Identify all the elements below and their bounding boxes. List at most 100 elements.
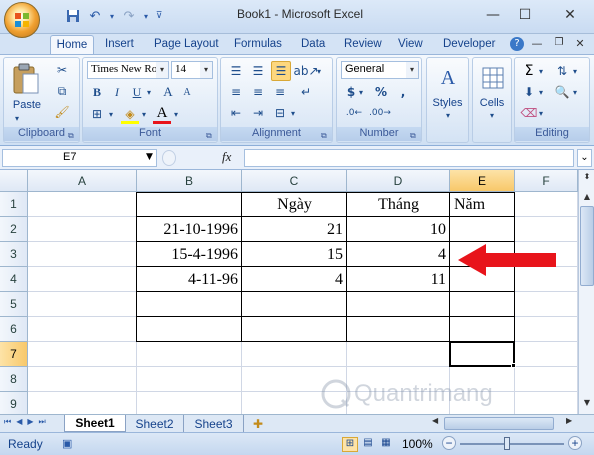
scroll-thumb[interactable] <box>580 206 594 286</box>
fill-dropdown-icon[interactable]: ▾ <box>537 85 545 99</box>
row-header-7[interactable]: 7 <box>0 342 28 367</box>
expand-formula-bar-icon[interactable]: ⌄ <box>577 149 592 167</box>
maximize-button[interactable]: ☐ <box>510 4 540 26</box>
formula-input[interactable] <box>244 149 574 167</box>
undo-icon[interactable]: ↶ <box>86 7 104 25</box>
cell-d4[interactable]: 11 <box>347 267 450 292</box>
zoom-out-button[interactable]: − <box>442 436 456 450</box>
increase-indent-icon[interactable]: ⇥ <box>249 104 267 122</box>
scroll-down-icon[interactable]: ▼ <box>580 396 594 410</box>
sheet-tab-sheet3[interactable]: Sheet3 <box>184 415 244 432</box>
decrease-indent-icon[interactable]: ⇤ <box>227 104 245 122</box>
row-header-2[interactable]: 2 <box>0 217 28 242</box>
align-top-icon[interactable]: ☰ <box>227 62 245 80</box>
autosum-button[interactable]: Σ <box>521 62 537 80</box>
undo-dropdown-icon[interactable]: ▾ <box>108 7 116 25</box>
column-header-b[interactable]: B <box>137 170 242 192</box>
wrap-text-icon[interactable]: ↵ <box>297 83 315 101</box>
worksheet-grid[interactable]: A B C D E F 1 2 3 4 5 6 7 8 9 Ngày Tháng… <box>0 170 578 414</box>
autosum-dropdown-icon[interactable]: ▾ <box>537 64 545 78</box>
prev-sheet-icon[interactable]: ◀ <box>16 417 22 431</box>
font-launcher-icon[interactable]: ⧉ <box>206 131 215 140</box>
font-size-select[interactable]: 14 ▾ <box>171 61 213 79</box>
row-header-1[interactable]: 1 <box>0 192 28 217</box>
cell-e1[interactable]: Năm <box>450 192 515 217</box>
active-cell-e7[interactable] <box>449 341 515 367</box>
copy-icon[interactable]: ⧉ <box>54 83 70 99</box>
format-painter-icon[interactable]: 🖌 <box>54 104 70 120</box>
tab-page-layout[interactable]: Page Layout <box>154 35 219 54</box>
styles-icon[interactable]: A <box>434 64 462 92</box>
last-sheet-icon[interactable]: ⏭ <box>39 417 46 431</box>
borders-icon[interactable]: ⊞ <box>87 105 107 123</box>
font-color-dropdown-icon[interactable]: ▾ <box>172 107 180 121</box>
cell-b2[interactable]: 21-10-1996 <box>137 217 242 242</box>
workbook-close-icon[interactable]: ✕ <box>573 37 587 51</box>
tab-data[interactable]: Data <box>301 35 325 54</box>
align-center-icon[interactable]: ≡ <box>249 83 267 101</box>
cell-b3[interactable]: 15-4-1996 <box>137 242 242 267</box>
bold-button[interactable]: B <box>89 83 105 101</box>
help-icon[interactable]: ? <box>510 37 524 51</box>
save-icon[interactable] <box>64 7 82 25</box>
close-button[interactable]: ✕ <box>555 4 585 26</box>
align-right-icon[interactable]: ≡ <box>271 83 289 101</box>
clear-icon[interactable]: ⌫ <box>521 104 538 122</box>
clipboard-launcher-icon[interactable]: ⧉ <box>68 131 77 140</box>
first-sheet-icon[interactable]: ⏮ <box>4 417 11 431</box>
sort-filter-icon[interactable]: ⇅ <box>553 62 571 80</box>
tab-home[interactable]: Home <box>50 35 94 54</box>
tab-review[interactable]: Review <box>344 35 382 54</box>
customize-qat-icon[interactable]: ⊽ <box>154 7 164 25</box>
font-family-select[interactable]: Times New Ro ▾ <box>87 61 169 79</box>
tab-view[interactable]: View <box>398 35 423 54</box>
number-format-select[interactable]: General ▾ <box>341 61 419 79</box>
cell-c4[interactable]: 4 <box>242 267 347 292</box>
fill-handle[interactable] <box>511 363 516 368</box>
cells-dropdown-icon[interactable]: ▾ <box>487 110 497 120</box>
cell-b4[interactable]: 4-11-96 <box>137 267 242 292</box>
row-header-4[interactable]: 4 <box>0 267 28 292</box>
cells-icon[interactable] <box>479 64 507 92</box>
hscroll-left-icon[interactable]: ◀ <box>432 416 442 431</box>
underline-button[interactable]: U <box>129 83 145 101</box>
increase-decimal-icon[interactable]: .0← <box>343 104 365 122</box>
align-bottom-icon[interactable]: ☰ <box>271 61 291 81</box>
page-layout-view-icon[interactable]: ▤ <box>360 437 376 452</box>
cell-d3[interactable]: 4 <box>347 242 450 267</box>
normal-view-icon[interactable]: ⊞ <box>342 437 358 452</box>
fill-dropdown-icon[interactable]: ▾ <box>140 107 148 121</box>
cells-button[interactable]: Cells <box>473 96 511 110</box>
scroll-split-icon[interactable]: ⬍ <box>581 172 593 188</box>
minimize-button[interactable]: — <box>478 4 508 26</box>
formula-bar-handle-icon[interactable] <box>162 150 176 166</box>
font-color-button[interactable]: A <box>153 104 171 122</box>
paste-dropdown-icon[interactable]: ▾ <box>12 113 22 123</box>
paste-button[interactable]: Paste <box>10 98 44 112</box>
alignment-launcher-icon[interactable]: ⧉ <box>321 131 330 140</box>
styles-dropdown-icon[interactable]: ▾ <box>443 110 453 120</box>
cell-c1[interactable]: Ngày <box>242 192 347 217</box>
column-header-e[interactable]: E <box>450 170 515 192</box>
redo-dropdown-icon[interactable]: ▾ <box>142 7 150 25</box>
zoom-level[interactable]: 100% <box>402 437 433 451</box>
zoom-slider-thumb[interactable] <box>504 437 510 450</box>
row-header-8[interactable]: 8 <box>0 367 28 392</box>
macro-record-icon[interactable]: ▣ <box>62 437 78 451</box>
name-box-dropdown-icon[interactable]: ▼ <box>146 152 156 164</box>
ribbon-restore-icon[interactable]: ❐ <box>552 37 566 51</box>
cell-d1[interactable]: Tháng <box>347 192 450 217</box>
vertical-scrollbar[interactable]: ⬍ ▲ ▼ <box>578 170 594 414</box>
clear-dropdown-icon[interactable]: ▾ <box>537 106 545 120</box>
sort-dropdown-icon[interactable]: ▾ <box>571 64 579 78</box>
office-button[interactable] <box>4 2 40 38</box>
percent-button[interactable]: % <box>373 83 389 101</box>
zoom-in-button[interactable]: + <box>568 436 582 450</box>
comma-button[interactable]: , <box>395 83 411 101</box>
shrink-font-button[interactable]: A <box>179 84 195 100</box>
sheet-nav-buttons[interactable]: ⏮ ◀ ▶ ⏭ <box>4 417 64 431</box>
align-left-icon[interactable]: ≡ <box>227 83 245 101</box>
row-header-9[interactable]: 9 <box>0 392 28 414</box>
number-launcher-icon[interactable]: ⧉ <box>410 131 419 140</box>
italic-button[interactable]: I <box>109 83 125 101</box>
